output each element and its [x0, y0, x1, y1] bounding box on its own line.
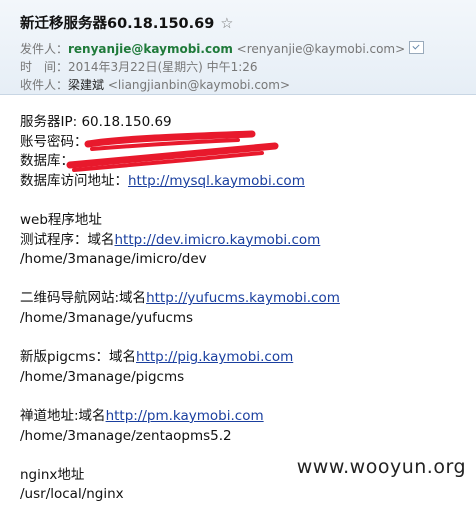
test-program-line: 测试程序：域名http://dev.imicro.kaymobi.com	[20, 231, 340, 251]
recipient-address: <liangjianbin@kaymobi.com>	[107, 78, 290, 92]
watermark: www.wooyun.org	[296, 456, 466, 478]
email-header: 新迁移服务器60.18.150.69 ☆ 发件人：renyanjie@kaymob…	[0, 0, 476, 95]
recipient-row: 收件人：梁建斌 <liangjianbin@kaymobi.com>	[20, 76, 290, 93]
zentao-label: 禅道地址:域名	[20, 407, 106, 424]
time-label: 时 间：	[20, 60, 69, 74]
subject-text: 新迁移服务器60.18.150.69	[20, 16, 215, 32]
contact-card-icon[interactable]	[409, 41, 425, 54]
zentao-line: 禅道地址:域名http://pm.kaymobi.com	[20, 407, 340, 427]
nginx-title: nginx地址	[20, 466, 85, 483]
database-label: 数据库：	[20, 153, 74, 170]
account-line: 账号密码：	[20, 133, 340, 153]
sender-label: 发件人：	[20, 42, 69, 56]
db-access-line: 数据库访问地址：http://mysql.kaymobi.com	[20, 172, 340, 192]
recipient-label: 收件人：	[20, 78, 69, 92]
test-program-label: 测试程序：域名	[20, 231, 115, 248]
database-line: 数据库：	[20, 152, 340, 172]
recipient-name[interactable]: 梁建斌	[68, 78, 104, 92]
zentao-path: /home/3manage/zentaopms5.2	[20, 427, 232, 444]
sender-row: 发件人：renyanjie@kaymobi.com <renyanjie@kay…	[20, 40, 425, 57]
email-subject: 新迁移服务器60.18.150.69 ☆	[20, 12, 233, 33]
sender-name[interactable]: renyanjie@kaymobi.com	[68, 42, 233, 56]
pigcms-link[interactable]: http://pig.kaymobi.com	[136, 349, 293, 365]
pigcms-line: 新版pigcms：域名http://pig.kaymobi.com	[20, 348, 340, 368]
test-program-path: /home/3manage/imicro/dev	[20, 251, 207, 268]
server-ip-line: 服务器IP: 60.18.150.69	[20, 114, 172, 130]
test-program-link[interactable]: http://dev.imicro.kaymobi.com	[115, 232, 321, 248]
qr-nav-label: 二维码导航网站:域名	[20, 290, 147, 307]
zentao-link[interactable]: http://pm.kaymobi.com	[106, 408, 264, 424]
db-access-link[interactable]: http://mysql.kaymobi.com	[128, 173, 305, 189]
qr-nav-path: /home/3manage/yufucms	[20, 309, 194, 326]
qr-nav-line: 二维码导航网站:域名http://yufucms.kaymobi.com	[20, 289, 340, 309]
pigcms-path: /home/3manage/pigcms	[20, 368, 185, 385]
web-section-title: web程序地址	[20, 211, 102, 228]
time-value: 2014年3月22日(星期六) 中午1:26	[68, 60, 258, 74]
nginx-path: /usr/local/nginx	[20, 486, 124, 503]
sender-address: <renyanjie@kaymobi.com>	[236, 42, 406, 56]
email-body: 服务器IP: 60.18.150.69 账号密码： 数据库： 数据库访问地址：h…	[20, 113, 340, 505]
pigcms-label: 新版pigcms：域名	[20, 349, 136, 366]
qr-nav-link[interactable]: http://yufucms.kaymobi.com	[146, 290, 340, 306]
time-row: 时 间：2014年3月22日(星期六) 中午1:26	[20, 58, 258, 75]
account-label: 账号密码：	[20, 133, 88, 150]
db-access-label: 数据库访问地址：	[20, 172, 128, 189]
star-icon[interactable]: ☆	[220, 16, 233, 32]
